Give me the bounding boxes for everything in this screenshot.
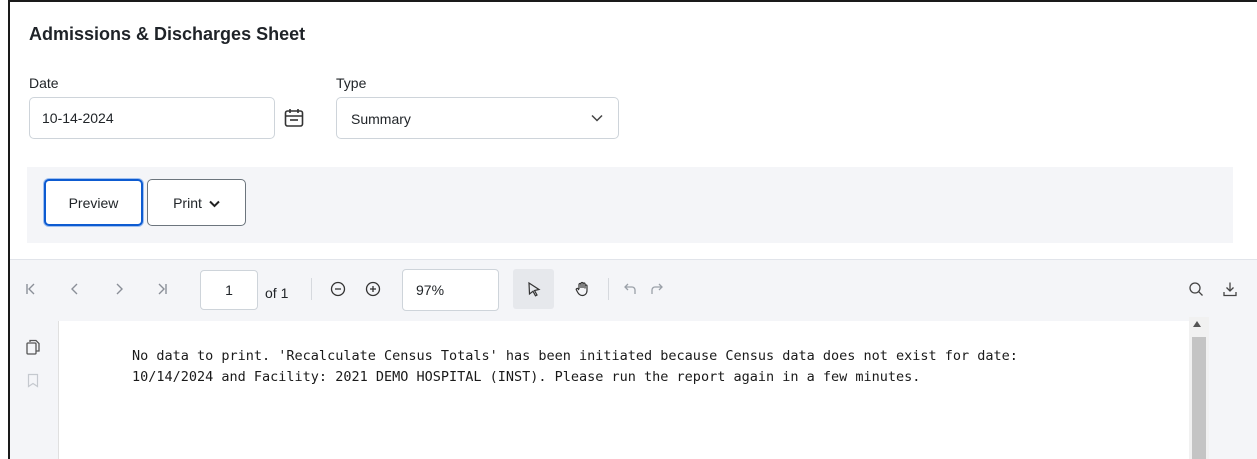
page-number-input[interactable]: [200, 270, 258, 310]
print-button-label: Print: [173, 194, 202, 211]
search-icon[interactable]: [1185, 278, 1207, 300]
chevron-down-icon: [590, 110, 604, 126]
chevron-down-icon: [209, 195, 220, 211]
bookmark-icon[interactable]: [24, 371, 42, 389]
date-label: Date: [29, 75, 59, 91]
scrollbar-thumb[interactable]: [1192, 337, 1206, 459]
undo-icon[interactable]: [619, 278, 641, 300]
calendar-icon[interactable]: [281, 105, 307, 131]
print-button[interactable]: Print: [147, 179, 246, 226]
page-title: Admissions & Discharges Sheet: [29, 24, 306, 44]
select-tool-icon[interactable]: [523, 278, 545, 300]
toolbar-divider: [311, 278, 312, 300]
pan-hand-icon[interactable]: [571, 278, 593, 300]
download-icon[interactable]: [1219, 278, 1241, 300]
report-panel: Admissions & Discharges Sheet Date Type …: [8, 0, 1257, 459]
report-message-line: 10/14/2024 and Facility: 2021 DEMO HOSPI…: [132, 369, 921, 385]
action-bar: Preview Print: [27, 167, 1233, 243]
thumbnails-icon[interactable]: [24, 338, 42, 356]
redo-icon[interactable]: [646, 278, 668, 300]
preview-button[interactable]: Preview: [44, 179, 143, 226]
report-message: No data to print. 'Recalculate Census To…: [132, 346, 1018, 388]
zoom-out-icon[interactable]: [327, 278, 349, 300]
toolbar-divider: [608, 278, 609, 300]
type-select-value: Summary: [351, 111, 411, 127]
zoom-in-icon[interactable]: [362, 278, 384, 300]
document-page: No data to print. 'Recalculate Census To…: [58, 321, 1199, 459]
scroll-up-arrow-icon[interactable]: [1193, 321, 1201, 327]
vertical-scrollbar[interactable]: [1189, 317, 1209, 459]
type-label: Type: [336, 75, 367, 91]
report-message-line: No data to print. 'Recalculate Census To…: [132, 348, 1018, 364]
page-count-label: of 1: [265, 285, 289, 301]
viewer-toolbar: of 1: [10, 259, 1257, 317]
first-page-icon[interactable]: [20, 278, 42, 300]
type-select[interactable]: Summary: [336, 97, 619, 139]
date-input[interactable]: [29, 97, 275, 139]
zoom-level-input[interactable]: [402, 269, 499, 311]
viewer-sidebar: [10, 317, 58, 459]
prev-page-icon[interactable]: [64, 278, 86, 300]
last-page-icon[interactable]: [151, 278, 173, 300]
document-viewer: No data to print. 'Recalculate Census To…: [58, 317, 1257, 459]
next-page-icon[interactable]: [108, 278, 130, 300]
